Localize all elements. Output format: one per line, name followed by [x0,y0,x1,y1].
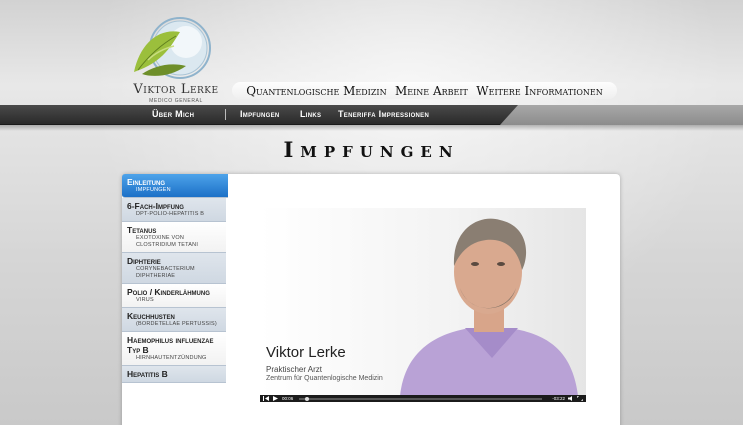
sidebar-item-diphterie[interactable]: Diphterie Corynebacterium diphtheriae [122,253,226,284]
sidebar-item-title: 6-Fach-Impfung [127,201,184,211]
subnav-ueber-mich[interactable]: Über Mich [152,109,194,119]
sidebar-item-polio[interactable]: Polio / Kinderlähmung Virus [122,284,226,308]
sidebar-item-title: Hepatitis B [127,369,168,379]
subnav-separator [225,109,226,120]
video-time-remaining: -03:22 [552,396,565,401]
sidebar-item-title: Haemophilus influenzae Typ B [127,335,214,355]
sidebar-item-keuchhusten[interactable]: Keuchhusten (Bordetellae pertussis) [122,308,226,332]
sidebar-item-subtitle: DPT-Polio-Hepatitis B [136,211,205,217]
video-time-elapsed: 00:06 [282,396,294,401]
video-caption-role: Praktischer Arzt [266,365,323,374]
sidebar-item-title: Keuchhusten [127,311,175,321]
skip-back-icon[interactable] [263,396,269,401]
nav-weitere-informationen[interactable]: Weitere Informationen [476,84,603,98]
nav-meine-arbeit[interactable]: Meine Arbeit [395,84,468,98]
video-caption-org: Zentrum für Quantenlogische Medizin [266,375,383,382]
sidebar-nav: Einleitung Impfungen 6-Fach-Impfung DPT-… [122,174,228,383]
logo-name: Viktor Lerke [133,82,219,97]
video-progress-knob[interactable] [304,396,309,401]
sidebar-item-tetanus[interactable]: Tetanus Exotoxine von Clostridium tetani [122,222,226,253]
sidebar-item-title: Tetanus [127,225,157,235]
subnav-accent [500,105,743,125]
sidebar-item-title: Diphterie [127,256,161,266]
subnav-teneriffa-impressionen[interactable]: Teneriffa Impressionen [338,109,429,119]
page-title: Impfungen [283,137,460,162]
subnav-impfungen[interactable]: Impfungen [240,109,280,119]
sidebar-item-hepatitis-b[interactable]: Hepatitis B [122,366,226,383]
main-nav: Quantenlogische Medizin Meine Arbeit Wei… [232,82,617,99]
sidebar-item-subtitle: (Bordetellae pertussis) [136,321,217,327]
sidebar-item-title: Einleitung [127,177,166,187]
fullscreen-icon[interactable] [577,396,583,401]
sidebar-item-haemophilus[interactable]: Haemophilus influenzae Typ B Hirnhautent… [122,332,226,366]
subnav-links[interactable]: Links [300,109,321,119]
video-player[interactable]: Viktor Lerke Praktischer Arzt Zentrum fü… [260,208,586,402]
play-icon[interactable] [272,396,278,401]
sidebar-item-subtitle: Corynebacterium diphtheriae [136,266,195,279]
leaf-circle-logo-icon [134,17,211,79]
video-progress-track[interactable] [299,396,543,401]
sidebar-item-subtitle: Impfungen [136,187,171,193]
sidebar-item-subtitle: Virus [136,297,154,303]
volume-icon[interactable] [568,396,574,401]
video-caption-name: Viktor Lerke [266,344,346,361]
sidebar-item-6-fach-impfung[interactable]: 6-Fach-Impfung DPT-Polio-Hepatitis B [122,198,226,222]
sidebar-item-einleitung[interactable]: Einleitung Impfungen [122,174,228,198]
site-logo[interactable]: Viktor Lerke Medico General [128,14,224,104]
subnav-shadow [0,125,743,131]
sidebar-item-subtitle: Exotoxine von Clostridium tetani [136,235,199,248]
sidebar-item-title: Polio / Kinderlähmung [127,287,210,297]
logo-subtitle: Medico General [149,98,203,104]
sidebar-item-subtitle: Hirnhautentzündung [136,355,207,361]
nav-quantenlogische-medizin[interactable]: Quantenlogische Medizin [246,84,386,98]
video-controls: 00:06 -03:22 [260,395,586,402]
